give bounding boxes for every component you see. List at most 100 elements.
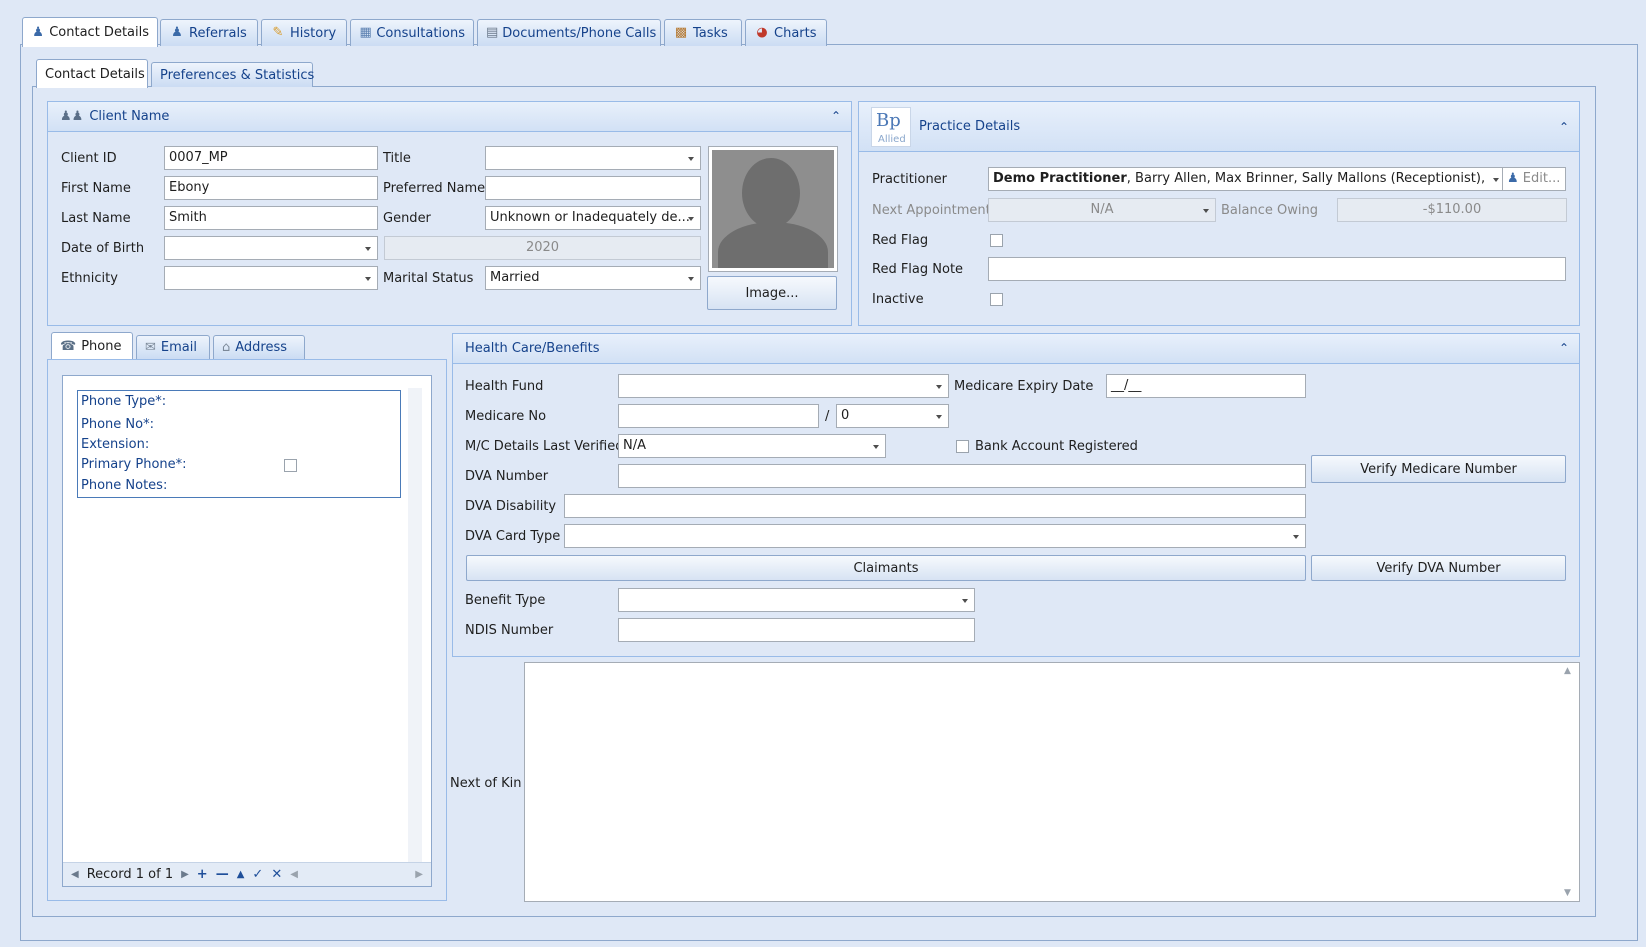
first-name-label: First Name xyxy=(61,181,131,196)
red-flag-checkbox[interactable] xyxy=(990,234,1003,247)
next-of-kin-textarea[interactable] xyxy=(524,662,1580,902)
scroll-down-icon[interactable]: ▼ xyxy=(1564,888,1571,898)
tab-referrals[interactable]: ♟ Referrals xyxy=(160,19,258,46)
clipboard-icon: ▩ xyxy=(674,25,688,40)
health-fund-dropdown[interactable] xyxy=(618,374,949,398)
ethnicity-dropdown[interactable] xyxy=(164,266,378,290)
scroll-up-icon[interactable]: ▲ xyxy=(1564,666,1571,676)
collapse-icon[interactable]: ⌃ xyxy=(831,110,841,122)
next-of-kin-label: Next of Kin xyxy=(450,776,522,791)
medicare-expiry-label: Medicare Expiry Date xyxy=(954,379,1094,394)
tab-tasks[interactable]: ▩ Tasks xyxy=(664,19,742,46)
gender-dropdown[interactable]: Unknown or Inadequately de... xyxy=(485,206,701,230)
client-id-field[interactable]: 0007_MP xyxy=(164,146,378,170)
tab-consultations[interactable]: ▦ Consultations xyxy=(350,19,474,46)
subtab-preferences-statistics[interactable]: Preferences & Statistics xyxy=(151,62,314,87)
subtab-contact-details[interactable]: Contact Details xyxy=(36,59,148,88)
collapse-icon[interactable]: ⌃ xyxy=(1559,121,1569,133)
next-record-icon[interactable]: ▶ xyxy=(181,869,189,880)
first-name-field[interactable]: Ebony xyxy=(164,176,378,200)
record-navigator: ◀ Record 1 of 1 ▶ + — ▲ ✓ ✕ ◀ ▶ xyxy=(63,862,431,886)
ndis-number-field[interactable] xyxy=(618,618,975,642)
save-icon[interactable]: ✓ xyxy=(252,867,263,882)
client-photo xyxy=(708,146,838,272)
house-icon: ⌂ xyxy=(222,340,231,355)
preferred-name-field[interactable] xyxy=(485,176,701,200)
medicare-expiry-field[interactable]: __/__ xyxy=(1106,374,1306,398)
remove-icon[interactable]: — xyxy=(216,867,229,882)
practitioner-dropdown[interactable]: Demo Practitioner, Barry Allen, Max Brin… xyxy=(988,167,1506,191)
benefit-type-dropdown[interactable] xyxy=(618,588,975,612)
tab-email[interactable]: ✉ Email xyxy=(136,335,210,359)
phone-icon: ☎ xyxy=(60,339,77,354)
bp-allied-logo: Bp Allied xyxy=(871,106,911,147)
last-name-label: Last Name xyxy=(61,211,131,226)
edit-practitioner-button[interactable]: ♟ Edit... xyxy=(1502,167,1566,191)
referral-icon: ♟ xyxy=(171,25,183,40)
marital-status-label: Marital Status xyxy=(383,271,474,286)
tab-contact-details[interactable]: ♟ Contact Details xyxy=(22,17,158,47)
image-button[interactable]: Image... xyxy=(707,276,837,310)
dob-label: Date of Birth xyxy=(61,241,145,256)
dva-disability-field[interactable] xyxy=(564,494,1306,518)
scroll-right-icon[interactable]: ▶ xyxy=(415,869,423,880)
next-appointment-field: N/A xyxy=(988,198,1216,222)
tab-history[interactable]: ✎ History xyxy=(261,19,347,46)
dva-number-label: DVA Number xyxy=(465,469,549,484)
primary-phone-checkbox[interactable] xyxy=(284,459,297,472)
verify-dva-button[interactable]: Verify DVA Number xyxy=(1311,555,1566,581)
balance-owing-field: -$110.00 xyxy=(1337,198,1567,222)
ethnicity-label: Ethnicity xyxy=(61,271,118,286)
avatar-head xyxy=(742,158,800,228)
edit-icon[interactable]: ▲ xyxy=(237,869,245,880)
preferred-name-label: Preferred Name xyxy=(383,181,486,196)
people-icon: ♟♟ xyxy=(60,109,84,124)
person-icon: ♟ xyxy=(32,24,44,40)
practitioner-label: Practitioner xyxy=(872,172,948,187)
cancel-icon[interactable]: ✕ xyxy=(271,867,282,882)
inactive-checkbox[interactable] xyxy=(990,293,1003,306)
mc-verified-dropdown[interactable]: N/A xyxy=(618,434,886,458)
next-appointment-label: Next Appointment xyxy=(872,203,991,218)
collapse-icon[interactable]: ⌃ xyxy=(1559,342,1569,354)
bank-account-checkbox[interactable] xyxy=(956,440,969,453)
person-icon: ♟ xyxy=(1507,171,1519,186)
dva-number-field[interactable] xyxy=(618,464,1306,488)
tab-address[interactable]: ⌂ Address xyxy=(213,335,305,359)
phone-no-label: Phone No*: xyxy=(81,417,154,432)
tab-charts[interactable]: ◕ Charts xyxy=(745,19,827,46)
balance-owing-label: Balance Owing xyxy=(1221,203,1318,218)
marital-status-dropdown[interactable]: Married xyxy=(485,266,701,290)
dva-card-type-dropdown[interactable] xyxy=(564,524,1306,548)
verify-medicare-button[interactable]: Verify Medicare Number xyxy=(1311,455,1566,483)
health-fund-label: Health Fund xyxy=(465,379,544,394)
prev-record-icon[interactable]: ◀ xyxy=(71,869,79,880)
add-icon[interactable]: + xyxy=(197,867,208,882)
phone-list-scrollbar[interactable] xyxy=(408,388,422,862)
last-name-field[interactable]: Smith xyxy=(164,206,378,230)
claimants-button[interactable]: Claimants xyxy=(466,555,1306,581)
medicare-no-field[interactable] xyxy=(618,404,819,428)
medicare-irn-dropdown[interactable]: 0 xyxy=(836,404,949,428)
next-of-kin-scrollbar[interactable]: ▲ ▼ xyxy=(1560,664,1578,900)
title-dropdown[interactable] xyxy=(485,146,701,170)
medicare-no-label: Medicare No xyxy=(465,409,547,424)
benefit-type-label: Benefit Type xyxy=(465,593,546,608)
mc-verified-label: M/C Details Last Verified xyxy=(465,439,624,454)
extension-label: Extension: xyxy=(81,437,150,452)
medicare-separator: / xyxy=(825,409,830,424)
year-field: 2020 xyxy=(384,236,701,260)
dva-card-type-label: DVA Card Type xyxy=(465,529,561,544)
tab-phone[interactable]: ☎ Phone xyxy=(51,332,133,360)
scroll-left-icon[interactable]: ◀ xyxy=(290,869,298,880)
phone-type-label: Phone Type*: xyxy=(81,394,167,409)
practice-details-header: Bp Allied Practice Details ⌃ xyxy=(859,102,1579,152)
record-count: Record 1 of 1 xyxy=(86,867,174,882)
dva-disability-label: DVA Disability xyxy=(465,499,557,514)
red-flag-label: Red Flag xyxy=(872,233,929,248)
tab-documents-phone-calls[interactable]: ▤ Documents/Phone Calls xyxy=(477,19,661,46)
dob-field[interactable] xyxy=(164,236,378,260)
red-flag-note-field[interactable] xyxy=(988,257,1566,281)
inactive-label: Inactive xyxy=(872,292,924,307)
red-flag-note-label: Red Flag Note xyxy=(872,262,964,277)
